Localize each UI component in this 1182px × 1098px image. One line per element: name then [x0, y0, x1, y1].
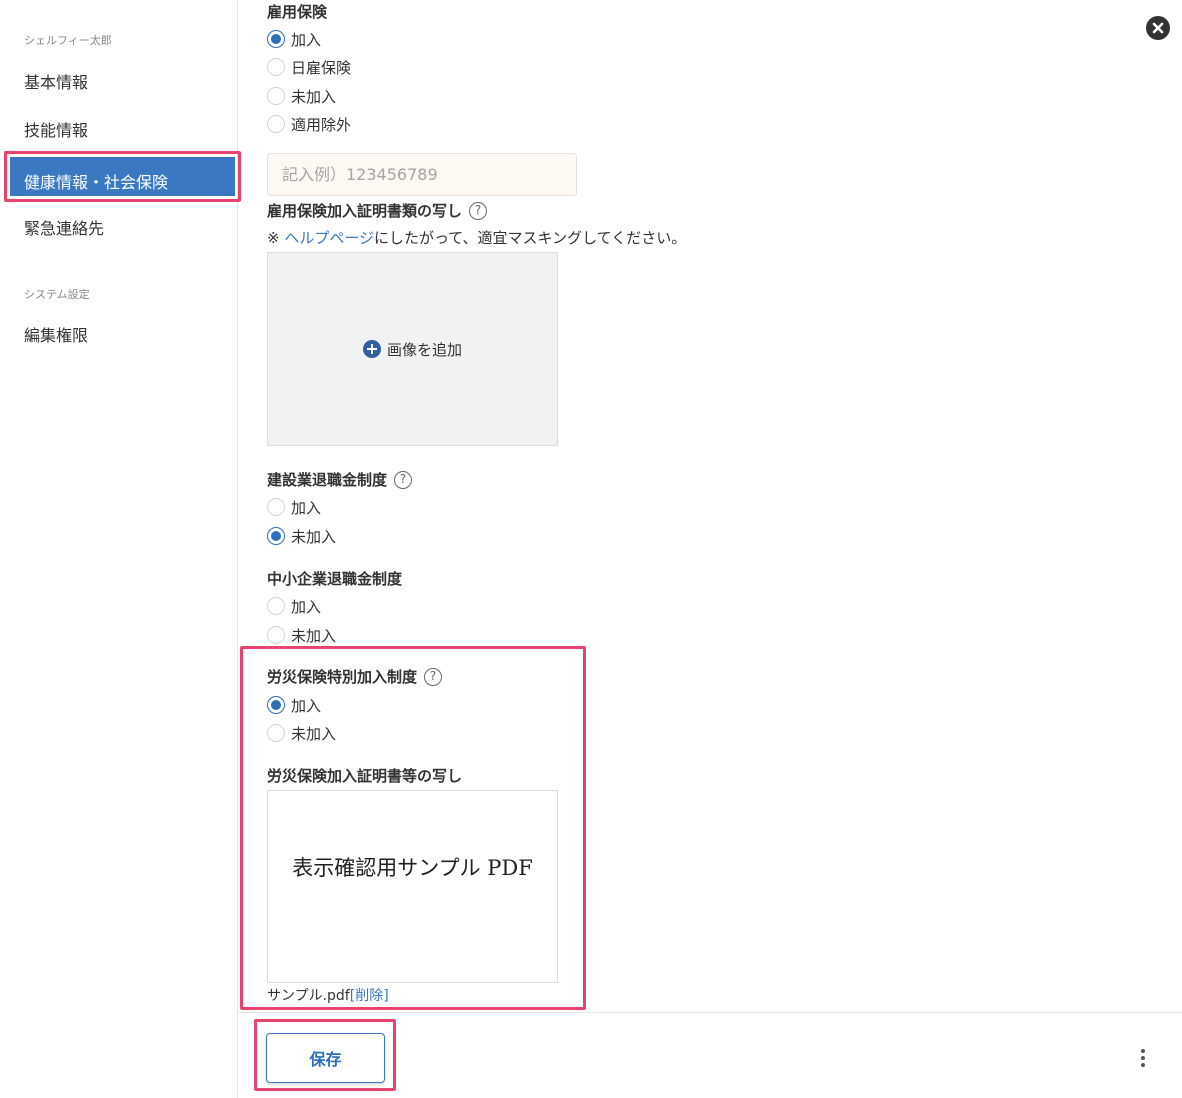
employment-insurance-image-upload[interactable]: 画像を追加	[267, 252, 558, 446]
label-text: 雇用保険加入証明書類の写し	[267, 202, 463, 220]
add-image-label: 画像を追加	[386, 340, 462, 359]
help-icon[interactable]: ?	[394, 470, 413, 489]
employment-insurance-option-exempt[interactable]: 適用除外	[267, 114, 351, 134]
construction-retirement-title: 建設業退職金制度 ?	[267, 469, 413, 490]
radio-unchecked-icon	[267, 724, 285, 742]
more-vertical-icon[interactable]	[1136, 1047, 1150, 1069]
uploaded-file-row: サンプル.pdf[削除]	[267, 985, 389, 1005]
footer-divider	[238, 1012, 1182, 1013]
employment-insurance-doc-title: 雇用保険加入証明書類の写し ?	[267, 200, 488, 221]
radio-checked-icon	[267, 696, 285, 714]
sidebar-item-basic-info[interactable]: 基本情報	[24, 69, 88, 93]
note-prefix: ※	[267, 229, 285, 247]
employment-insurance-option-not-joined[interactable]: 未加入	[267, 86, 336, 106]
sidebar-section-system: システム設定	[24, 288, 90, 301]
employment-insurance-title: 雇用保険	[267, 3, 328, 21]
masking-note: ※ ヘルプページにしたがって、適宜マスキングしてください。	[267, 227, 686, 248]
sidebar-section-user: シェルフィー太郎	[24, 34, 112, 47]
delete-file-link[interactable]: [削除]	[350, 988, 389, 1004]
radio-unchecked-icon	[267, 87, 285, 105]
pdf-preview[interactable]: 表示確認用サンプル PDF	[267, 790, 558, 983]
employment-insurance-option-join[interactable]: 加入	[267, 29, 321, 49]
help-icon[interactable]: ?	[469, 201, 488, 220]
construction-retirement-option-not-joined[interactable]: 未加入	[267, 526, 336, 546]
radio-unchecked-icon	[267, 498, 285, 516]
radio-label: 未加入	[291, 87, 337, 106]
sme-retirement-title: 中小企業退職金制度	[267, 570, 403, 588]
workers-comp-doc-title: 労災保険加入証明書等の写し	[267, 767, 463, 785]
sidebar-item-skills[interactable]: 技能情報	[24, 117, 88, 141]
sidebar-active-highlight: 健康情報・社会保険	[4, 151, 241, 202]
close-icon	[1152, 22, 1164, 34]
radio-unchecked-icon	[267, 58, 285, 76]
employment-insurance-option-daily[interactable]: 日雇保険	[267, 57, 351, 77]
sidebar-item-health-social-insurance[interactable]: 健康情報・社会保険	[10, 157, 235, 196]
radio-label: 未加入	[291, 724, 337, 743]
note-suffix: にしたがって、適宜マスキングしてください。	[374, 229, 687, 247]
radio-checked-icon	[267, 527, 285, 545]
plus-circle-icon	[362, 340, 381, 358]
radio-label: 適用除外	[291, 115, 352, 134]
radio-label: 加入	[291, 696, 322, 715]
radio-label: 未加入	[291, 527, 337, 546]
file-name: サンプル.pdf	[267, 988, 350, 1004]
workers-comp-option-not-joined[interactable]: 未加入	[267, 723, 336, 743]
sidebar-item-emergency-contact[interactable]: 緊急連絡先	[24, 215, 104, 239]
radio-label: 加入	[291, 498, 322, 517]
save-button[interactable]: 保存	[266, 1033, 385, 1083]
add-image-button[interactable]: 画像を追加	[362, 339, 462, 360]
label-text: 建設業退職金制度	[267, 471, 388, 489]
radio-unchecked-icon	[267, 115, 285, 133]
workers-comp-option-join[interactable]: 加入	[267, 695, 321, 715]
radio-label: 日雇保険	[291, 58, 352, 77]
radio-unchecked-icon	[267, 626, 285, 644]
help-page-link[interactable]: ヘルプページ	[284, 229, 374, 247]
pdf-preview-text: 表示確認用サンプル PDF	[292, 855, 533, 880]
radio-checked-icon	[267, 30, 285, 48]
workers-comp-title: 労災保険特別加入制度 ?	[267, 666, 443, 687]
sidebar-item-edit-permission[interactable]: 編集権限	[24, 322, 88, 346]
close-button[interactable]	[1146, 16, 1170, 40]
employment-insurance-number-input[interactable]	[267, 153, 577, 196]
radio-label: 加入	[291, 597, 322, 616]
help-icon[interactable]: ?	[424, 667, 443, 686]
radio-label: 加入	[291, 30, 322, 49]
radio-unchecked-icon	[267, 597, 285, 615]
sidebar: シェルフィー太郎 基本情報 技能情報 健康情報・社会保険 緊急連絡先 システム設…	[0, 0, 241, 1098]
sme-retirement-option-join[interactable]: 加入	[267, 596, 321, 616]
radio-label: 未加入	[291, 626, 337, 645]
sme-retirement-option-not-joined[interactable]: 未加入	[267, 625, 336, 645]
label-text: 労災保険特別加入制度	[267, 668, 418, 686]
construction-retirement-option-join[interactable]: 加入	[267, 497, 321, 517]
